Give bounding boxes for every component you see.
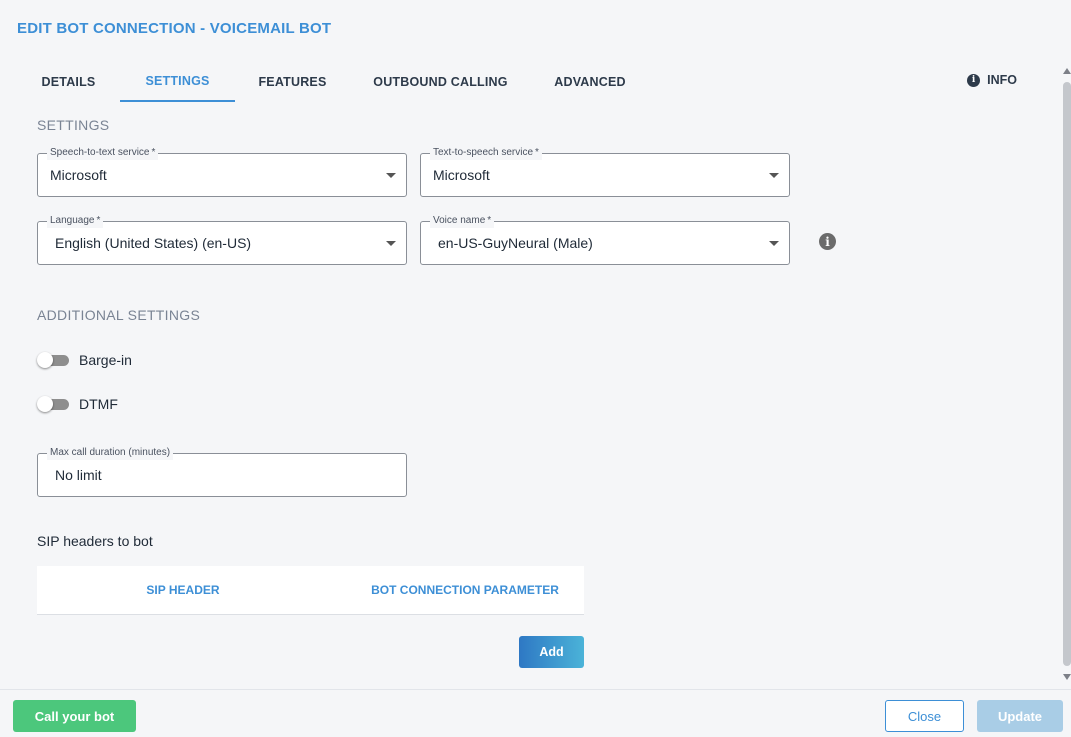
speech-to-text-select[interactable]: Speech-to-text service * Microsoft: [37, 146, 407, 197]
info-icon: i: [967, 73, 981, 87]
help-icon[interactable]: i: [819, 233, 836, 250]
language-select[interactable]: Language * English (United States) (en-US…: [37, 214, 407, 265]
voice-name-select[interactable]: Voice name * en-US-GuyNeural (Male): [420, 214, 790, 265]
tab-details[interactable]: DETAILS: [17, 62, 120, 102]
sip-header-column: SIP HEADER: [146, 583, 220, 597]
tab-settings[interactable]: SETTINGS: [120, 62, 235, 102]
chevron-down-icon: [769, 241, 779, 246]
chevron-down-icon: [386, 173, 396, 178]
voice-name-value: en-US-GuyNeural (Male): [438, 235, 593, 251]
scroll-up-icon[interactable]: [1063, 68, 1071, 74]
page-title: EDIT BOT CONNECTION - VOICEMAIL BOT: [17, 20, 332, 37]
max-call-duration-label: Max call duration (minutes): [47, 446, 174, 460]
text-to-speech-select[interactable]: Text-to-speech service * Microsoft: [420, 146, 790, 197]
info-label: INFO: [987, 73, 1017, 87]
dtmf-label: DTMF: [79, 396, 118, 412]
scroll-down-icon[interactable]: [1063, 674, 1071, 680]
dtmf-toggle-row[interactable]: DTMF: [37, 396, 118, 412]
barge-in-toggle[interactable]: [37, 352, 69, 368]
tab-advanced[interactable]: ADVANCED: [542, 62, 638, 102]
text-to-speech-label: Text-to-speech service *: [430, 146, 542, 160]
barge-in-label: Barge-in: [79, 352, 132, 368]
sip-headers-table: SIP HEADER BOT CONNECTION PARAMETER: [37, 566, 584, 615]
tab-bar: DETAILS SETTINGS FEATURES OUTBOUND CALLI…: [17, 62, 1031, 102]
dtmf-toggle[interactable]: [37, 396, 69, 412]
add-button[interactable]: Add: [519, 636, 584, 668]
settings-section-title: SETTINGS: [37, 117, 110, 133]
call-your-bot-button[interactable]: Call your bot: [13, 700, 136, 732]
chevron-down-icon: [769, 173, 779, 178]
additional-settings-title: ADDITIONAL SETTINGS: [37, 307, 201, 323]
text-to-speech-value: Microsoft: [433, 167, 490, 183]
max-call-duration-input[interactable]: Max call duration (minutes) No limit: [37, 446, 407, 497]
footer-bar: Call your bot Close Update: [0, 689, 1071, 737]
tab-features[interactable]: FEATURES: [245, 62, 340, 102]
update-button[interactable]: Update: [977, 700, 1063, 732]
scrollbar-thumb[interactable]: [1063, 82, 1071, 666]
language-value: English (United States) (en-US): [55, 235, 252, 251]
info-tab[interactable]: i INFO: [967, 62, 1017, 98]
language-label: Language *: [47, 214, 104, 228]
max-call-duration-value: No limit: [55, 467, 102, 483]
barge-in-toggle-row[interactable]: Barge-in: [37, 352, 132, 368]
chevron-down-icon: [386, 241, 396, 246]
close-button[interactable]: Close: [885, 700, 964, 732]
speech-to-text-value: Microsoft: [50, 167, 107, 183]
speech-to-text-label: Speech-to-text service *: [47, 146, 159, 160]
scrollbar[interactable]: [1063, 66, 1071, 682]
tab-outbound-calling[interactable]: OUTBOUND CALLING: [363, 62, 518, 102]
sip-headers-title: SIP headers to bot: [37, 533, 153, 549]
bot-connection-parameter-column: BOT CONNECTION PARAMETER: [371, 583, 559, 597]
voice-name-label: Voice name *: [430, 214, 495, 228]
